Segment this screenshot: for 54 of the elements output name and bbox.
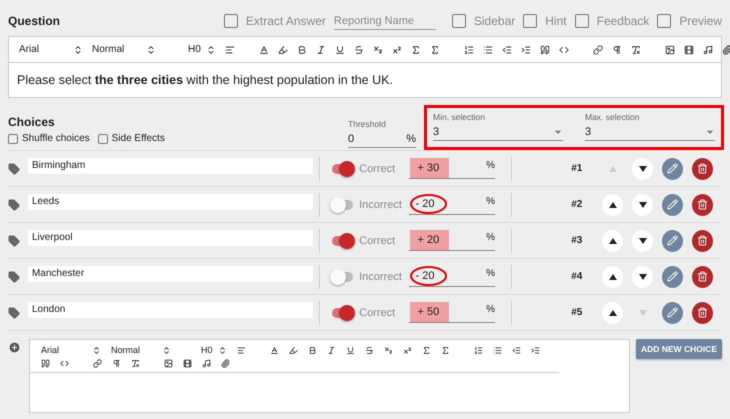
selection-dropdown[interactable]: 3 (585, 124, 715, 141)
percent-sign: % (486, 231, 496, 243)
score-field[interactable]: + 20 % (408, 230, 496, 251)
score-value: - 20 (410, 194, 447, 214)
score-value: - 20 (410, 266, 447, 286)
question-text[interactable]: Please select the three cities with the highest population in the UK. (9, 63, 721, 97)
checkbox-label: Side Effects (112, 133, 165, 144)
checkbox-label: Extract Answer (246, 14, 326, 28)
checkbox-label: Sidebar (474, 14, 516, 28)
heading-select[interactable]: H0 (188, 44, 216, 55)
font-select[interactable]: Arial (41, 345, 101, 355)
selection-dropdown[interactable]: 3 (433, 124, 563, 141)
score-field[interactable]: + 50 % (408, 302, 496, 323)
score-value: + 20 (410, 230, 450, 250)
field-label: Min. selection (433, 112, 486, 122)
status-label: Correct (359, 234, 396, 246)
section-title: Question (8, 14, 62, 28)
choice-input[interactable]: London (28, 302, 314, 318)
checkbox-label: Feedback (596, 14, 650, 28)
percent-sign: % (486, 159, 496, 171)
status-label: Incorrect (359, 198, 403, 210)
checkbox-label: Hint (545, 14, 567, 28)
reporting-name-field[interactable]: Reporting Name (334, 12, 436, 30)
choice-input[interactable]: Manchester (28, 266, 314, 282)
checkbox-label: Shuffle choices (22, 133, 90, 144)
score-field[interactable]: - 20 % (408, 266, 496, 287)
choice-number: #4 (570, 271, 582, 282)
choice-input[interactable]: Leeds (28, 194, 314, 210)
percent-sign: % (486, 303, 496, 315)
choice-number: #5 (570, 307, 582, 318)
score-field[interactable]: - 20 % (408, 194, 496, 215)
choice-number: #3 (570, 235, 582, 246)
score-value: + 30 (410, 158, 450, 178)
status-label: Incorrect (359, 270, 403, 282)
section-title: Choices (8, 115, 56, 129)
status-label: Correct (359, 306, 396, 318)
score-field[interactable]: + 30 % (408, 158, 496, 179)
percent-sign: % (486, 267, 496, 279)
field-label: Threshold (348, 119, 387, 129)
font-select[interactable]: Arial (19, 44, 83, 55)
size-select[interactable]: Normal (92, 44, 156, 55)
threshold-field[interactable]: 0 % (348, 131, 416, 148)
choice-input[interactable]: Liverpool (28, 230, 314, 246)
choice-number: #2 (570, 199, 582, 210)
percent-sign: % (486, 195, 496, 207)
size-select[interactable]: Normal (111, 345, 171, 355)
heading-select[interactable]: H0 (201, 345, 227, 355)
choice-number: #1 (570, 163, 582, 174)
choice-input[interactable]: Birmingham (28, 158, 314, 174)
status-label: Correct (359, 162, 396, 174)
score-value: + 50 (410, 302, 450, 322)
checkbox-label: Preview (679, 14, 722, 28)
field-label: Max. selection (585, 112, 640, 122)
add-choice-button[interactable]: ADD NEW CHOICE (636, 339, 722, 359)
